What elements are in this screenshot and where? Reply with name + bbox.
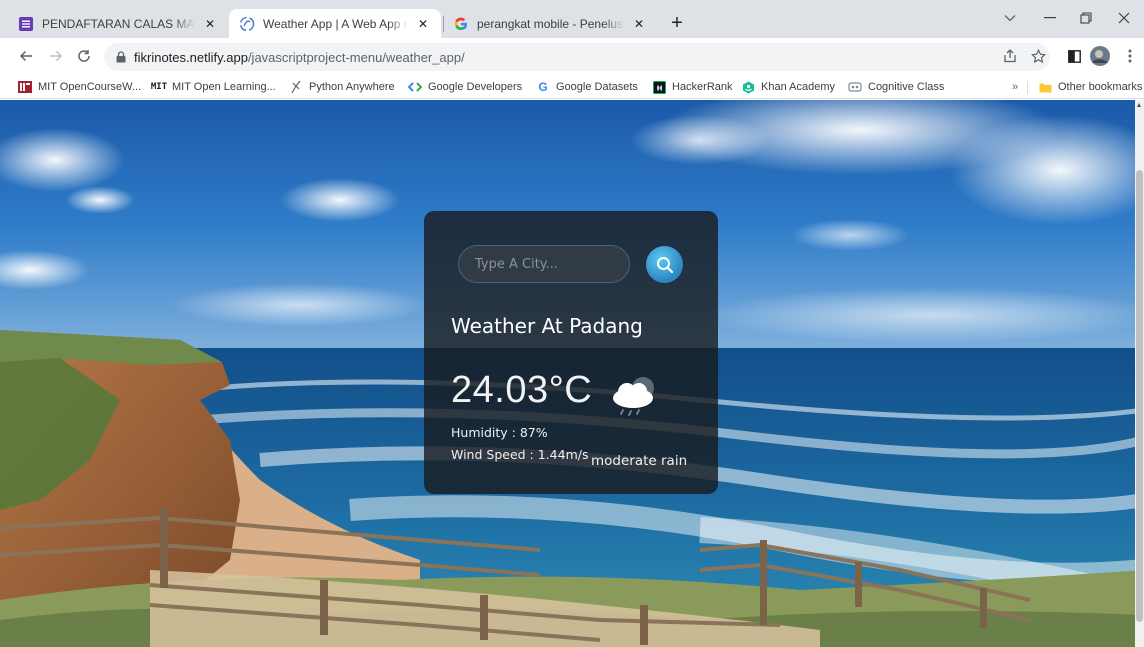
bookmark-label: Google Developers	[428, 81, 523, 93]
bookmark-label: Cognitive Class	[868, 81, 945, 93]
bookmark-star-icon[interactable]	[1028, 46, 1048, 66]
bookmark-label: MIT OpenCourseW...	[38, 81, 142, 93]
tab-google-search[interactable]: perangkat mobile - Penelusuran Google ✕	[443, 9, 657, 38]
share-icon[interactable]	[1000, 46, 1020, 66]
khan-academy-icon	[741, 80, 755, 94]
url-host: fikrinotes.netlify.app	[134, 49, 248, 65]
new-tab-button[interactable]: +	[667, 13, 687, 34]
bookmarks-overflow-button[interactable]: »	[1012, 78, 1018, 96]
forms-list-icon	[18, 16, 34, 32]
minimize-icon[interactable]	[1036, 6, 1064, 30]
netlify-spinner-icon	[239, 16, 255, 32]
tab-search-icon[interactable]	[996, 6, 1024, 30]
bookmark-mit-open-learning[interactable]: MIT MIT Open Learning...	[150, 78, 276, 96]
tab-pendaftaran[interactable]: PENDAFTARAN CALAS MATHDAS ✕	[8, 9, 228, 38]
search-button[interactable]	[646, 246, 683, 283]
folder-icon	[1038, 80, 1052, 94]
weather-card: Weather At Padang 24.03°C Humidity : 87%…	[424, 211, 718, 494]
bookmark-label: MIT Open Learning...	[172, 81, 276, 93]
scroll-up-arrow-icon[interactable]	[1137, 103, 1141, 107]
bookmark-label: Python Anywhere	[309, 81, 395, 93]
page-viewport: Weather At Padang 24.03°C Humidity : 87%…	[0, 100, 1144, 647]
profile-avatar[interactable]	[1090, 46, 1110, 66]
close-tab-icon[interactable]: ✕	[415, 16, 431, 32]
tab-separator	[443, 16, 444, 32]
city-heading: Weather At Padang	[451, 314, 643, 338]
url-path: /javascriptproject-menu/weather_app/	[247, 49, 465, 65]
temperature-value: 24.03°C	[451, 369, 593, 411]
menu-kebab-icon[interactable]	[1120, 46, 1140, 66]
bookmark-google-datasets[interactable]: G Google Datasets	[536, 78, 638, 96]
reload-icon[interactable]	[72, 44, 96, 68]
google-g-icon	[453, 16, 469, 32]
browser-toolbar: fikrinotes.netlify.app /javascriptprojec…	[0, 38, 1144, 75]
bookmark-khan-academy[interactable]: Khan Academy	[741, 78, 835, 96]
search-icon	[656, 256, 673, 273]
bookmark-label: Khan Academy	[761, 81, 835, 93]
bookmarks-divider	[1027, 81, 1028, 94]
bookmark-python-anywhere[interactable]: Python Anywhere	[289, 78, 395, 96]
bookmarks-bar: MIT OpenCourseW... MIT MIT Open Learning…	[0, 75, 1144, 99]
page-scrollbar[interactable]	[1135, 100, 1144, 647]
bookmark-hackerrank[interactable]: H HackerRank	[652, 78, 733, 96]
bookmark-cognitive-class[interactable]: Cognitive Class	[848, 78, 944, 96]
scrollbar-thumb[interactable]	[1136, 170, 1143, 622]
city-search-input[interactable]	[458, 245, 630, 283]
tab-title: PENDAFTARAN CALAS MATHDAS	[42, 16, 196, 31]
mit-logo-icon: MIT	[150, 82, 168, 92]
svg-text:H: H	[656, 84, 662, 92]
lock-icon	[116, 51, 126, 63]
bookmark-label: Google Datasets	[556, 81, 638, 93]
tab-title: Weather App | A Web App made with	[263, 16, 409, 31]
rain-cloud-icon	[613, 377, 654, 416]
python-anywhere-icon	[289, 80, 303, 94]
mit-ocw-icon	[18, 80, 32, 94]
bookmark-other-folder[interactable]: Other bookmarks	[1038, 78, 1142, 96]
wind-speed-text: Wind Speed : 1.44m/s	[451, 447, 589, 462]
close-tab-icon[interactable]: ✕	[631, 16, 647, 32]
weather-description: moderate rain	[591, 453, 688, 469]
close-tab-icon[interactable]: ✕	[202, 16, 218, 32]
window-close-icon[interactable]	[1110, 6, 1138, 30]
bookmark-label: Other bookmarks	[1058, 81, 1143, 93]
google-developers-icon	[408, 80, 422, 94]
restore-icon[interactable]	[1072, 6, 1100, 30]
tab-strip: PENDAFTARAN CALAS MATHDAS ✕ Weather App …	[0, 0, 1144, 38]
google-g-icon: G	[538, 80, 548, 94]
tab-title: perangkat mobile - Penelusuran Google	[477, 16, 625, 31]
tab-weather-app[interactable]: Weather App | A Web App made with ✕	[229, 9, 441, 38]
cognitive-class-icon	[848, 80, 862, 94]
bookmark-mit-ocw[interactable]: MIT OpenCourseW...	[18, 78, 141, 96]
humidity-text: Humidity : 87%	[451, 425, 548, 440]
forward-icon[interactable]	[44, 44, 68, 68]
side-panel-icon[interactable]	[1064, 46, 1084, 66]
bookmark-label: HackerRank	[672, 81, 733, 93]
address-bar[interactable]: fikrinotes.netlify.app /javascriptprojec…	[104, 43, 1050, 71]
bookmark-google-developers[interactable]: Google Developers	[408, 78, 522, 96]
hackerrank-icon: H	[652, 80, 666, 94]
back-icon[interactable]	[14, 44, 38, 68]
